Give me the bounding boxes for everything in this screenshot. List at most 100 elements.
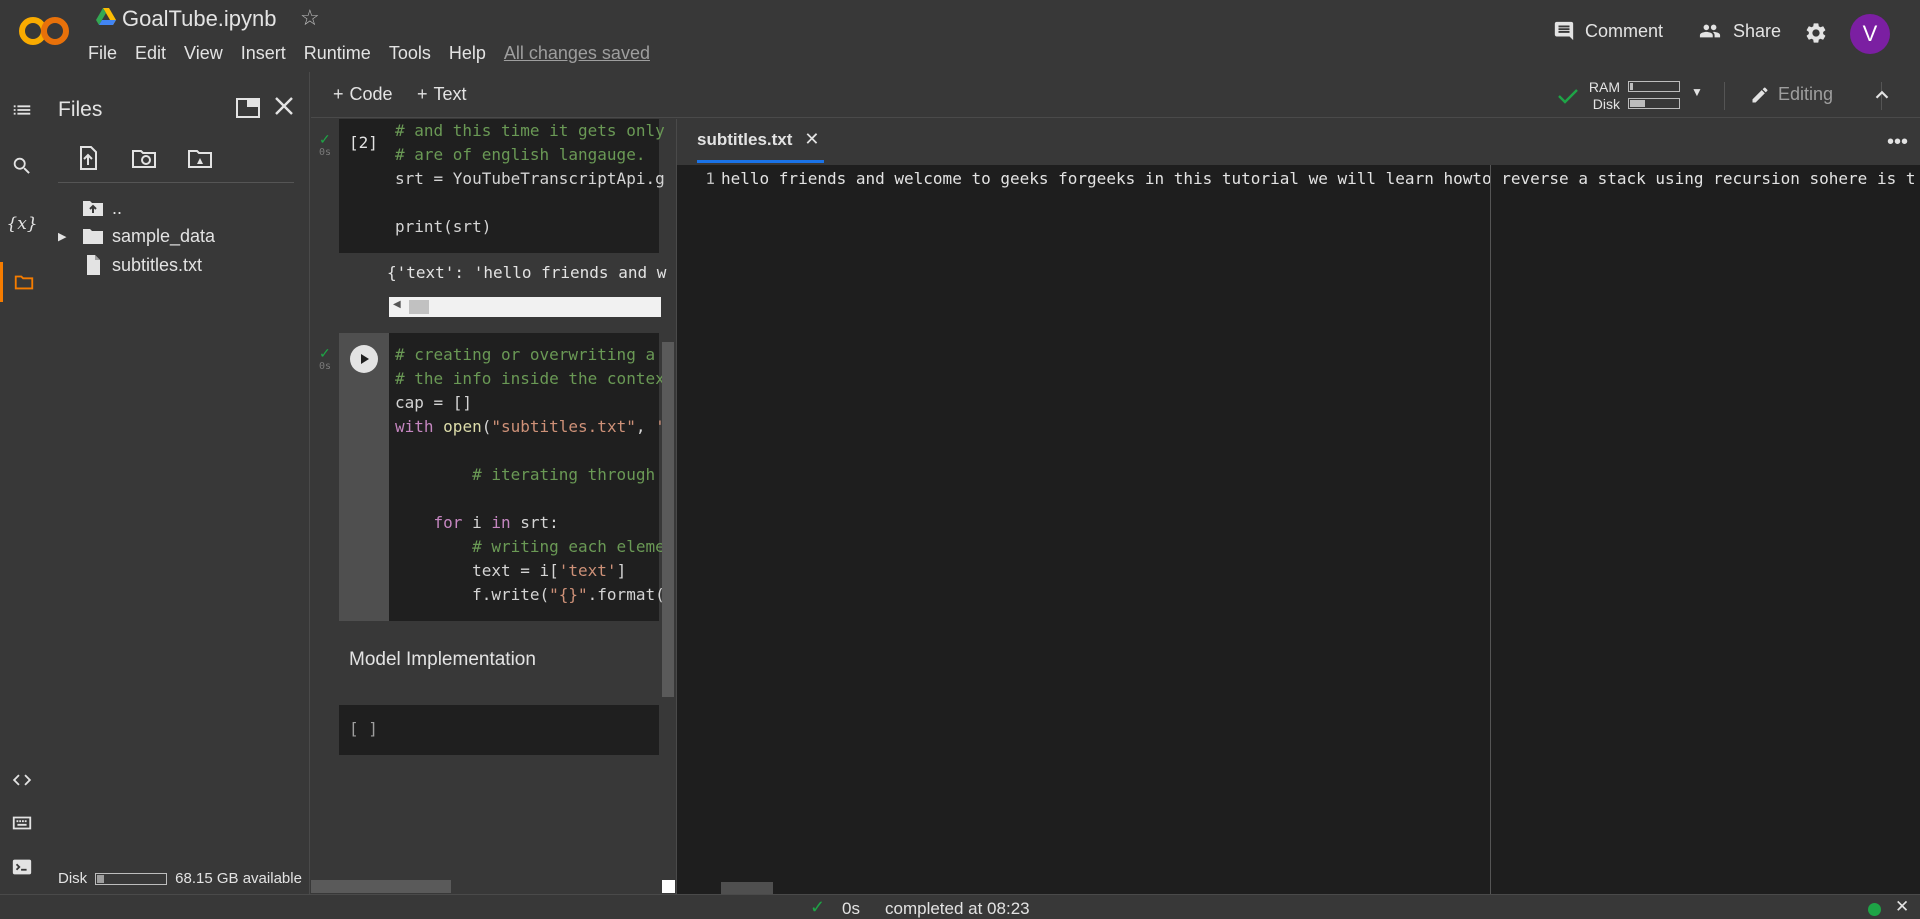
- menu-file[interactable]: File: [88, 43, 126, 64]
- table-of-contents-icon[interactable]: [0, 90, 44, 130]
- close-icon[interactable]: [270, 92, 298, 120]
- notebook-pane: # and this time it gets only # are of en…: [311, 119, 675, 894]
- share-button[interactable]: Share: [1697, 20, 1781, 42]
- resource-dropdown-icon[interactable]: ▼: [1691, 85, 1703, 99]
- menu-view[interactable]: View: [175, 43, 232, 64]
- disk-usage-fill: [97, 874, 105, 883]
- refresh-folder-icon[interactable]: [130, 144, 158, 172]
- star-icon[interactable]: ☆: [300, 5, 320, 31]
- plus-icon: +: [417, 84, 428, 104]
- command-palette-icon[interactable]: [0, 803, 44, 843]
- files-panel: Files .. ▶ sample_data subtitles.txt Dis…: [44, 72, 310, 894]
- cell-exec-time: 0s: [319, 147, 332, 158]
- disk-bar: [1628, 98, 1680, 109]
- add-text-button[interactable]: + Text: [417, 84, 467, 105]
- line-number: 1: [705, 169, 715, 188]
- gear-icon[interactable]: [1804, 21, 1828, 45]
- status-indicator: [1868, 903, 1881, 916]
- status-message: completed at 08:23: [885, 899, 1030, 918]
- google-drive-icon: [96, 8, 116, 25]
- open-in-new-window-icon[interactable]: [234, 94, 262, 122]
- menu-runtime[interactable]: Runtime: [295, 43, 380, 64]
- cell-gutter-active: [339, 333, 389, 621]
- close-tab-icon[interactable]: ✕: [804, 129, 819, 150]
- ram-label: RAM: [1588, 78, 1620, 95]
- menu-edit[interactable]: Edit: [126, 43, 175, 64]
- tree-item-subtitles[interactable]: subtitles.txt: [44, 251, 202, 279]
- editing-mode-button[interactable]: Editing: [1750, 84, 1833, 105]
- ram-bar-fill: [1630, 83, 1633, 90]
- plus-icon: +: [333, 84, 344, 104]
- resource-monitor[interactable]: RAM Disk: [1584, 78, 1680, 112]
- cell-exec-time: 0s: [319, 361, 332, 372]
- collapse-header-icon[interactable]: [1871, 84, 1893, 106]
- colab-logo[interactable]: [18, 14, 70, 48]
- code-line: print(srt): [395, 217, 492, 236]
- notebook-toolbar: + Code + Text RAM Disk ▼ Editing: [311, 72, 1920, 118]
- code-line: # are of english langauge.: [395, 145, 646, 164]
- close-status-icon[interactable]: ✕: [1895, 897, 1909, 917]
- menu-help[interactable]: Help: [440, 43, 495, 64]
- code-line-text-assign: text = i['text']: [395, 561, 627, 580]
- scroll-thumb[interactable]: [409, 300, 429, 314]
- files-panel-title: Files: [58, 98, 103, 121]
- tab-subtitles-txt[interactable]: subtitles.txt ✕: [697, 119, 824, 163]
- save-status-link[interactable]: All changes saved: [495, 43, 650, 64]
- tree-item-label: ..: [112, 197, 123, 218]
- code-line-for-loop: for i in srt:: [433, 513, 559, 532]
- disk-label: Disk: [58, 870, 88, 887]
- execution-count: [2]: [349, 133, 378, 152]
- code-line: # writing each eleme: [395, 537, 665, 556]
- parent-folder-icon: [83, 201, 103, 216]
- editor-line-text[interactable]: hello friends and welcome to geeks forge…: [721, 169, 1917, 188]
- disk-label: Disk: [1592, 95, 1620, 112]
- editor-horizontal-scrollbar[interactable]: [721, 882, 773, 894]
- empty-code-cell[interactable]: [ ]: [339, 705, 659, 755]
- disk-usage: Disk 68.15 GB available: [58, 870, 302, 887]
- code-line: # iterating through: [395, 465, 656, 484]
- comment-label: Comment: [1585, 20, 1664, 41]
- folder-icon: [83, 229, 103, 244]
- run-cell-button[interactable]: [350, 345, 378, 373]
- add-code-button[interactable]: + Code: [333, 84, 393, 105]
- editor-tab-bar: subtitles.txt ✕ •••: [677, 119, 1920, 165]
- add-text-label: Text: [433, 84, 467, 104]
- search-icon[interactable]: [0, 146, 44, 186]
- disk-usage-bar: [95, 872, 168, 885]
- file-icon: [87, 255, 100, 275]
- status-bar: ✓ 0s completed at 08:23 ✕: [0, 894, 1920, 919]
- add-code-label: Code: [349, 84, 393, 104]
- menu-insert[interactable]: Insert: [232, 43, 295, 64]
- tree-item-parent[interactable]: ..: [44, 194, 122, 222]
- code-line-write: f.write("{}".format(: [395, 585, 665, 604]
- comment-icon: [1554, 21, 1574, 41]
- disk-available-text: 68.15 GB available: [175, 870, 302, 887]
- more-options-icon[interactable]: •••: [1887, 131, 1908, 154]
- notebook-horizontal-scrollbar[interactable]: [311, 880, 451, 893]
- terminal-icon[interactable]: [0, 847, 44, 887]
- avatar[interactable]: V: [1850, 14, 1890, 54]
- scroll-corner: [662, 880, 675, 893]
- output-horizontal-scrollbar[interactable]: ◀: [389, 297, 661, 317]
- tree-item-sample-data[interactable]: ▶ sample_data: [44, 222, 215, 250]
- tree-item-label: subtitles.txt: [112, 254, 203, 275]
- empty-cell-bracket: [ ]: [349, 719, 378, 738]
- scroll-left-arrow-icon[interactable]: ◀: [393, 299, 401, 310]
- variables-icon[interactable]: {x}: [0, 204, 44, 244]
- toolbar-divider: [1724, 82, 1725, 110]
- text-cell-heading[interactable]: Model Implementation: [349, 649, 536, 671]
- mount-drive-icon[interactable]: [186, 144, 214, 172]
- people-icon: [1699, 24, 1721, 38]
- notebook-vertical-scrollbar[interactable]: [662, 342, 674, 697]
- code-cell[interactable]: # and this time it gets only # are of en…: [339, 119, 665, 253]
- expand-arrow-icon[interactable]: ▶: [58, 230, 72, 243]
- folder-icon[interactable]: [0, 262, 44, 302]
- notebook-title[interactable]: GoalTube.ipynb: [122, 6, 277, 32]
- code-snippets-icon[interactable]: [0, 760, 44, 800]
- menu-tools[interactable]: Tools: [380, 43, 440, 64]
- code-line: # creating or overwriting a: [395, 345, 656, 364]
- ram-bar: [1628, 81, 1680, 92]
- comment-button[interactable]: Comment: [1553, 20, 1663, 42]
- upload-file-icon[interactable]: [74, 144, 102, 172]
- disk-bar-fill: [1630, 100, 1645, 107]
